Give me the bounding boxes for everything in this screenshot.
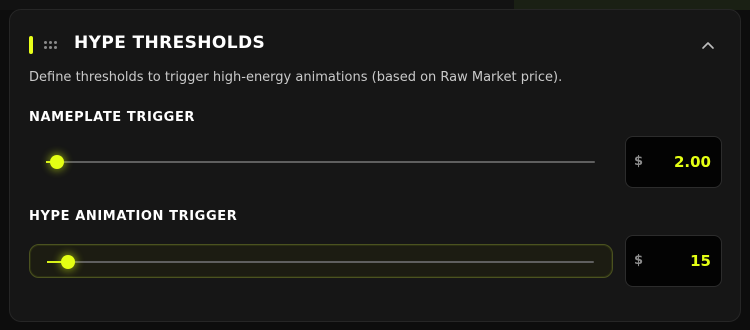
nameplate-trigger-value-box[interactable]: $ 2.00 xyxy=(625,136,722,188)
nameplate-trigger-value[interactable]: 2.00 xyxy=(651,153,711,171)
currency-symbol: $ xyxy=(634,154,644,169)
nameplate-trigger-label: NAMEPLATE TRIGGER xyxy=(29,110,196,125)
chevron-up-icon[interactable] xyxy=(700,38,716,52)
hype-animation-trigger-slider[interactable] xyxy=(29,244,613,278)
hype-animation-trigger-label: HYPE ANIMATION TRIGGER xyxy=(29,209,238,224)
slider-thumb[interactable] xyxy=(49,155,64,169)
section-description: Define thresholds to trigger high-energy… xyxy=(29,70,563,85)
hype-thresholds-panel: HYPE THRESHOLDS Define thresholds to tri… xyxy=(9,9,741,322)
slider-track[interactable] xyxy=(47,261,594,263)
slider-thumb[interactable] xyxy=(60,255,75,269)
currency-symbol: $ xyxy=(634,253,644,268)
slider-track[interactable] xyxy=(46,161,595,163)
section-title: HYPE THRESHOLDS xyxy=(74,33,266,53)
section-accent-bar xyxy=(29,36,33,54)
grip-dots-icon[interactable] xyxy=(44,41,58,50)
nameplate-trigger-slider[interactable] xyxy=(29,145,613,179)
hype-animation-trigger-value[interactable]: 15 xyxy=(651,252,711,270)
hype-animation-trigger-value-box[interactable]: $ 15 xyxy=(625,235,722,287)
